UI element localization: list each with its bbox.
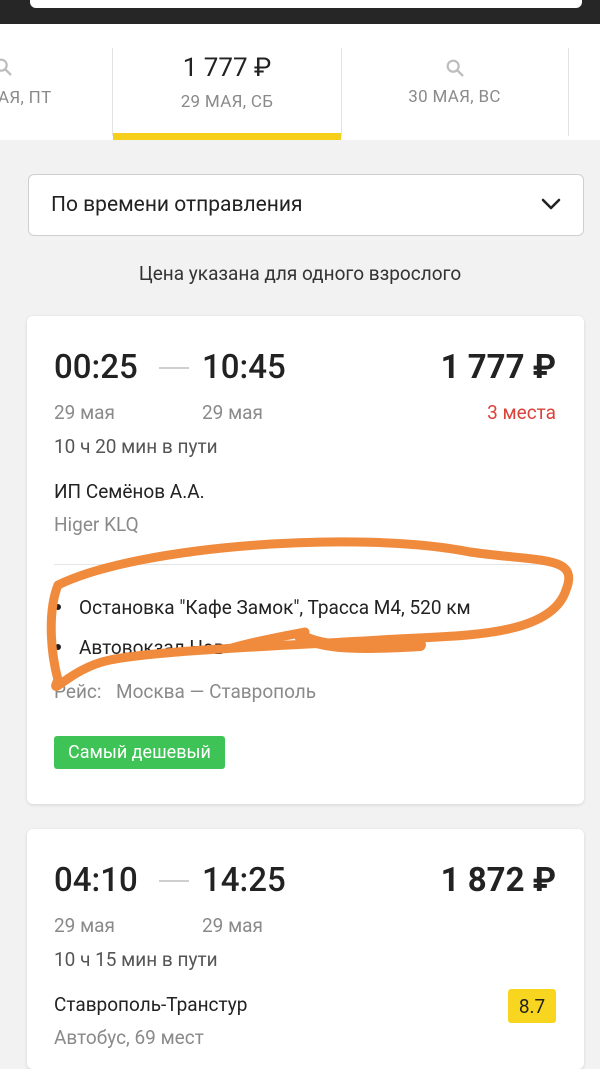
route-name: Москва — Ставрополь <box>116 680 317 703</box>
cheapest-badge: Самый дешевый <box>54 736 225 769</box>
bus-model: Автобус, 69 мест <box>54 1026 204 1049</box>
arrival-date: 29 мая <box>202 914 263 937</box>
arrival-time: 10:45 <box>202 348 286 387</box>
departure-date: 29 мая <box>54 914 115 937</box>
carrier-name: Ставрополь-Транстур <box>54 993 248 1016</box>
date-tab-next[interactable]: 30 МАЯ, ВС <box>341 24 568 140</box>
bus-model: Higer KLQ <box>54 513 139 536</box>
price-note: Цена указана для одного взрослого <box>138 262 462 285</box>
date-selector: АЯ, ПТ 1 777 ₽ 29 МАЯ, СБ 30 МАЯ, ВС <box>0 24 600 140</box>
date-tab-label: 30 МАЯ, ВС <box>408 87 501 107</box>
trip-card[interactable]: 04:10 14:25 1 872 ₽ 29 мая 29 мая 10 ч 1… <box>27 829 584 1069</box>
search-icon <box>446 59 464 77</box>
departure-time: 00:25 <box>54 348 138 387</box>
time-dash <box>159 880 189 882</box>
sort-label: По времени отправления <box>51 193 303 217</box>
trip-card[interactable]: 00:25 10:45 1 777 ₽ 29 мая 29 мая 3 мест… <box>27 316 584 804</box>
stop-bullet <box>55 644 61 650</box>
chevron-down-icon <box>541 198 561 210</box>
trip-price: 1 777 ₽ <box>440 348 556 387</box>
search-icon <box>0 58 12 76</box>
stop-bullet <box>55 604 61 610</box>
departure-stop: Остановка "Кафе Замок", Трасса М4, 520 к… <box>79 596 471 619</box>
arrival-date: 29 мая <box>202 401 263 424</box>
trip-price: 1 872 ₽ <box>440 861 556 900</box>
seats-left: 3 места <box>487 401 556 424</box>
trip-duration: 10 ч 20 мин в пути <box>54 435 218 458</box>
date-tab-prev[interactable]: АЯ, ПТ <box>0 24 112 140</box>
date-tab-label: 29 МАЯ, СБ <box>180 92 274 112</box>
carrier-name: ИП Семёнов А.А. <box>54 480 205 503</box>
tab-divider <box>568 48 569 136</box>
departure-date: 29 мая <box>54 401 115 424</box>
arrival-stop: Автовокзал Нов <box>79 636 225 659</box>
departure-time: 04:10 <box>54 861 138 900</box>
date-tab-label: АЯ, ПТ <box>0 88 52 108</box>
route-label: Рейс: <box>54 680 102 703</box>
top-search-bar <box>0 0 600 24</box>
arrival-time: 14:25 <box>202 861 286 900</box>
selected-indicator <box>113 133 341 140</box>
separator <box>54 564 557 565</box>
date-tab-price: 1 777 ₽ <box>182 53 272 83</box>
carrier-rating: 8.7 <box>508 989 556 1023</box>
trip-duration: 10 ч 15 мин в пути <box>54 948 218 971</box>
date-tab-current[interactable]: 1 777 ₽ 29 МАЯ, СБ <box>113 24 341 140</box>
search-field-edge[interactable] <box>30 0 582 8</box>
time-dash <box>159 367 189 369</box>
sort-dropdown[interactable]: По времени отправления <box>28 174 584 236</box>
